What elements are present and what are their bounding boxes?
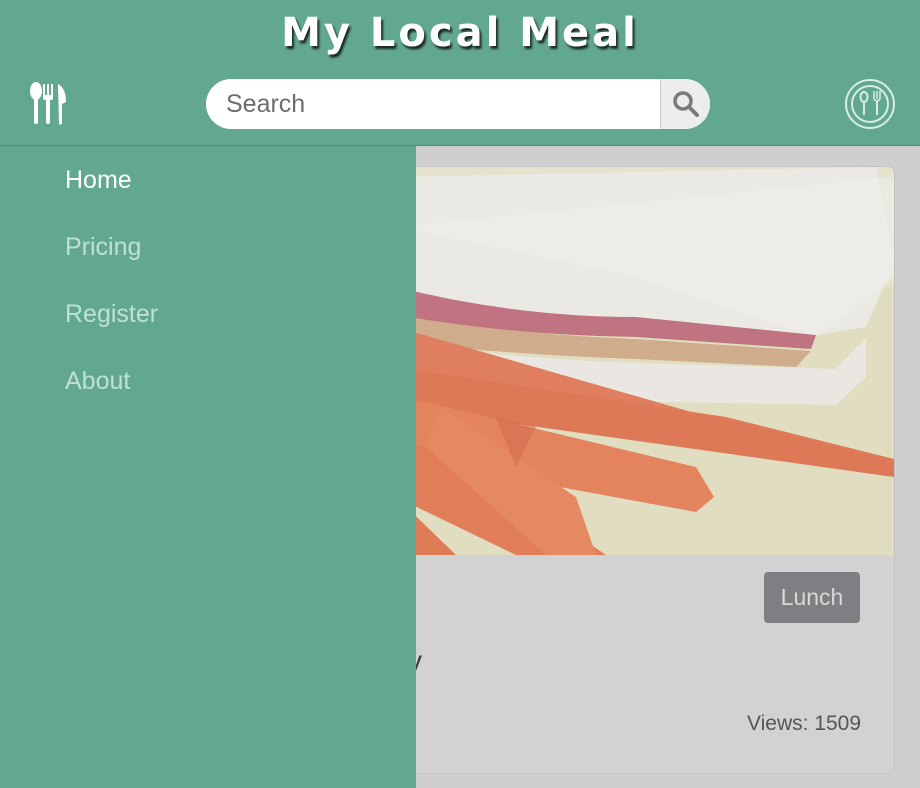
side-drawer: Home Pricing Register About [0,146,416,788]
plate-cutlery-icon [845,79,895,129]
site-title: My Local Meal [281,10,639,56]
search-button[interactable] [660,79,710,129]
nav-item-register[interactable]: Register [65,300,158,329]
utensils-icon [30,82,66,125]
search-icon [672,91,699,117]
nav-item-pricing[interactable]: Pricing [65,233,141,262]
search-bar [206,79,710,129]
meal-photo [396,167,894,555]
search-input[interactable] [206,79,660,129]
meal-card[interactable]: Lunch y Views: 1509 [395,166,895,774]
nav-item-about[interactable]: About [65,367,130,396]
plate-menu-button[interactable] [844,78,896,130]
category-badge[interactable]: Lunch [764,572,860,623]
nav-item-home[interactable]: Home [65,166,132,195]
menu-toggle-button[interactable] [28,80,72,128]
top-header: My Local Meal [0,0,920,146]
app-page: Lunch y Views: 1509 My Local Meal [0,0,920,788]
views-count: Views: 1509 [746,712,861,735]
